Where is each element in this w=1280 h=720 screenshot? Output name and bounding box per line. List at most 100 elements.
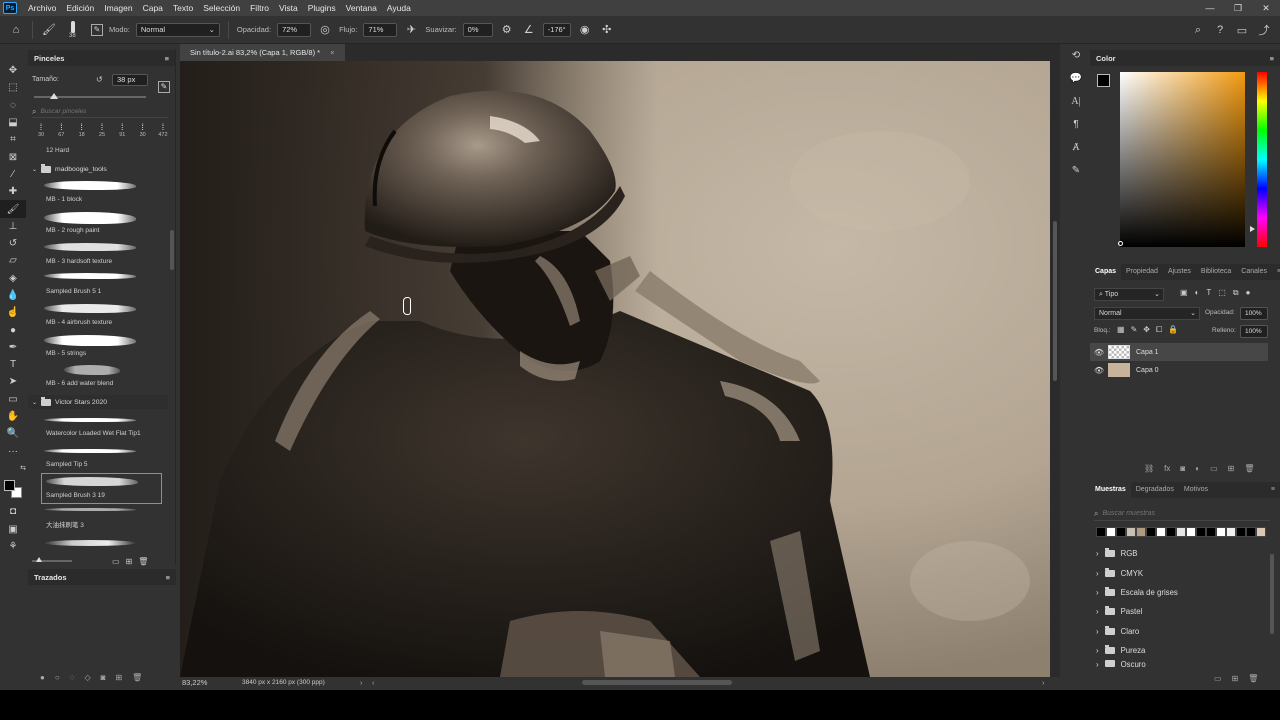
shape-filter-icon[interactable]: ⬚ <box>1218 288 1226 298</box>
panel-menu-icon[interactable]: ≡ <box>166 573 170 582</box>
brush-search[interactable]: ⌕ <box>32 106 168 118</box>
hand-tool-icon[interactable]: ✋ <box>0 408 26 425</box>
layer-opacity-field[interactable]: 100% <box>1240 307 1268 320</box>
link-layers-icon[interactable]: ⛓ <box>1144 464 1154 473</box>
brush-item[interactable]: Sampled Brush 5 1 <box>28 270 176 301</box>
horizontal-scroll-thumb[interactable] <box>582 680 732 685</box>
swatch-group[interactable]: › Claro <box>1096 622 1266 641</box>
menu-filtro[interactable]: Filtro <box>245 0 274 16</box>
hue-slider-handle[interactable] <box>1250 226 1255 232</box>
tab-propiedades[interactable]: Propiedad <box>1121 264 1163 280</box>
layer-fill-field[interactable]: 100% <box>1240 325 1268 338</box>
new-swatch-icon[interactable]: ⊞ <box>1232 674 1239 683</box>
smudge-tool-icon[interactable]: ☝ <box>0 304 26 321</box>
color-swatch[interactable] <box>1156 527 1166 537</box>
scroll-left-icon[interactable]: ‹ <box>372 678 375 687</box>
foreground-color-swatch[interactable] <box>1097 74 1110 87</box>
new-layer-icon[interactable]: ⊞ <box>1228 464 1235 473</box>
adjustment-layer-icon[interactable]: ◐ <box>1195 464 1200 473</box>
stroke-path-icon[interactable]: ○ <box>55 673 60 682</box>
character-icon[interactable]: A| <box>1066 90 1086 113</box>
stamp-tool-icon[interactable]: ⊥ <box>0 218 26 235</box>
trash-icon[interactable]: 🗑 <box>138 557 148 566</box>
angle-field[interactable]: -176° <box>542 22 571 37</box>
swatch-search[interactable]: ⌕ <box>1094 507 1270 521</box>
trash-icon[interactable]: 🗑 <box>132 673 142 682</box>
smoothing-field[interactable]: 0% <box>462 22 493 37</box>
eraser-tool-icon[interactable]: ▱ <box>0 252 26 269</box>
color-swatch[interactable] <box>1236 527 1246 537</box>
recent-brush[interactable]: ⁞ 18 <box>73 122 91 142</box>
color-swatch[interactable] <box>1226 527 1236 537</box>
image-filter-icon[interactable]: ▣ <box>1180 288 1188 298</box>
swatch-search-input[interactable] <box>1102 510 1253 517</box>
flow-field[interactable]: 71% <box>363 22 398 37</box>
menu-plugins[interactable]: Plugins <box>303 0 341 16</box>
lock-transparency-icon[interactable]: ▦ <box>1117 325 1125 335</box>
brush-settings-icon[interactable]: ✎ <box>1066 159 1086 182</box>
blur-tool-icon[interactable]: 💧 <box>0 287 26 304</box>
workspace-icon[interactable]: ▭ <box>1234 22 1250 38</box>
adjustment-filter-icon[interactable]: ◐ <box>1195 288 1200 298</box>
swatch-group[interactable]: › CMYK <box>1096 564 1266 583</box>
lock-artboard-icon[interactable]: ⧠ <box>1156 325 1162 335</box>
color-swatches[interactable] <box>0 477 26 503</box>
menu-archivo[interactable]: Archivo <box>23 0 61 16</box>
brush-item-label[interactable]: 12 Hard <box>46 147 69 154</box>
brush-item[interactable]: 大油抹刷笔 3 <box>28 506 176 537</box>
eyedropper-tool-icon[interactable]: ⁄ <box>0 166 26 183</box>
color-swatch[interactable] <box>1206 527 1216 537</box>
swatch-group[interactable]: › Escala de grises <box>1096 583 1266 602</box>
color-swatch[interactable] <box>1256 527 1266 537</box>
new-group-icon[interactable]: ▭ <box>1214 674 1222 683</box>
crop-tool-icon[interactable]: ⌗ <box>0 131 26 148</box>
fill-path-icon[interactable]: ● <box>40 673 45 682</box>
color-swatch[interactable] <box>1166 527 1176 537</box>
home-icon[interactable]: ⌂ <box>8 22 24 38</box>
filter-toggle-icon[interactable]: ● <box>1246 288 1251 298</box>
eye-icon[interactable]: 👁 <box>1090 366 1108 375</box>
menu-ayuda[interactable]: Ayuda <box>382 0 416 16</box>
tab-muestras[interactable]: Muestras <box>1090 482 1131 498</box>
recent-brush[interactable]: ⁞ 25 <box>93 122 111 142</box>
object-select-tool-icon[interactable]: ⬓ <box>0 114 26 131</box>
brush-tool-icon[interactable]: 🖌 <box>41 22 57 38</box>
swap-colors-icon[interactable]: ⇆ <box>0 460 26 477</box>
brushes-scrollbar[interactable] <box>170 230 174 270</box>
eye-icon[interactable]: 👁 <box>1090 348 1108 357</box>
recent-brush[interactable]: ⁞ 472 <box>154 122 172 142</box>
recent-brush[interactable]: ⁞ 30 <box>32 122 50 142</box>
extra-tool-icon[interactable]: ⚘ <box>0 538 26 555</box>
size-slider-handle[interactable] <box>50 93 58 99</box>
panel-menu-icon[interactable]: ≡ <box>1266 482 1280 498</box>
recent-brush[interactable]: ⁞ 30 <box>134 122 152 142</box>
recent-brush[interactable]: ⁞ 91 <box>113 122 131 142</box>
make-path-icon[interactable]: ◇ <box>84 673 90 682</box>
preview-size-slider[interactable] <box>32 557 72 562</box>
fx-icon[interactable]: fx <box>1164 464 1170 473</box>
color-field[interactable] <box>1120 72 1245 247</box>
lasso-tool-icon[interactable]: ◌ <box>0 97 26 114</box>
new-brush-icon[interactable]: ✎ <box>158 81 170 93</box>
color-swatch[interactable] <box>1146 527 1156 537</box>
frame-tool-icon[interactable]: ⊠ <box>0 148 26 165</box>
new-group-icon[interactable]: ▭ <box>112 557 120 566</box>
brush-item-selected[interactable]: Sampled Brush 3 19 <box>41 473 162 504</box>
brush-preset-picker[interactable]: 38 <box>63 19 85 41</box>
color-swatch[interactable] <box>1246 527 1256 537</box>
search-icon[interactable]: ⌕ <box>1190 22 1206 38</box>
tab-capas[interactable]: Capas <box>1090 264 1122 280</box>
glyphs-icon[interactable]: Ⱥ <box>1066 136 1086 159</box>
brush-item[interactable]: MB - 3 hardsoft texture <box>28 240 176 271</box>
brush-item[interactable]: Sampled Tip 5 <box>28 443 176 474</box>
add-mask-icon[interactable]: ◙ <box>1180 464 1185 473</box>
tab-ajustes[interactable]: Ajustes <box>1163 264 1196 280</box>
preview-size-handle[interactable] <box>36 557 42 562</box>
new-brush-icon[interactable]: ⊞ <box>126 557 133 566</box>
panel-menu-icon[interactable]: ≡ <box>1272 264 1280 280</box>
close-button[interactable]: ✕ <box>1252 0 1280 16</box>
color-swatch[interactable] <box>1216 527 1226 537</box>
quick-mask-icon[interactable]: ◘ <box>0 503 26 520</box>
color-swatch[interactable] <box>1196 527 1206 537</box>
mode-select[interactable]: Normal ⌄ <box>135 22 220 37</box>
